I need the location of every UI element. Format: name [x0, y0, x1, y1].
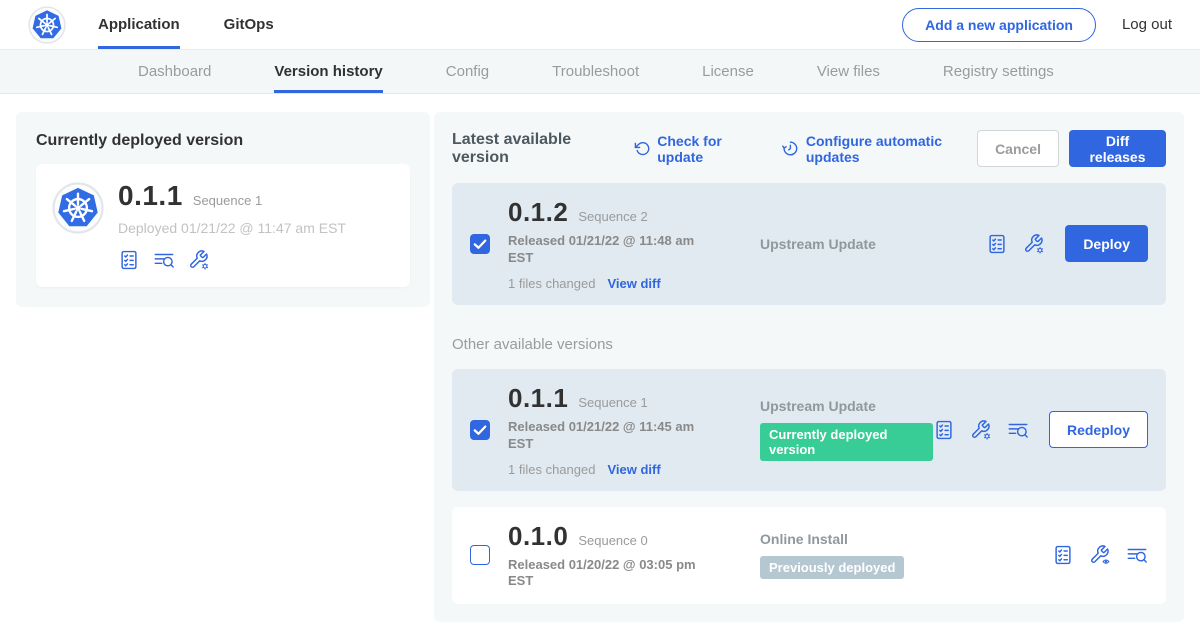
version-select-checkbox[interactable] — [470, 234, 490, 254]
currently-deployed-title: Currently deployed version — [36, 132, 410, 150]
preflight-checks-icon[interactable] — [933, 419, 955, 441]
app-logo — [28, 0, 66, 49]
currently-deployed-panel: Currently deployed version 0.1.1 Sequenc… — [16, 112, 430, 307]
check-update-icon — [634, 139, 651, 158]
tab-version-history[interactable]: Version history — [274, 50, 382, 93]
check-for-update-link[interactable]: Check for update — [634, 133, 759, 165]
version-actions — [1052, 544, 1148, 566]
kubernetes-logo-icon — [28, 6, 66, 44]
configure-automatic-updates-label: Configure automatic updates — [806, 133, 977, 165]
tab-license[interactable]: License — [702, 50, 754, 93]
view-diff-link[interactable]: View diff — [607, 276, 660, 291]
top-nav: ApplicationGitOps Add a new application … — [0, 0, 1200, 50]
version-source-label: Upstream Update — [760, 398, 933, 414]
auto-update-icon — [782, 139, 799, 158]
version-released-timestamp: Released 01/21/22 @ 11:48 am EST — [508, 233, 696, 267]
top-tab-gitops[interactable]: GitOps — [224, 0, 274, 49]
main-content: Currently deployed version 0.1.1 Sequenc… — [0, 94, 1200, 622]
check-for-update-label: Check for update — [657, 133, 758, 165]
diff-releases-button[interactable]: Diff releases — [1069, 130, 1166, 167]
version-source-label: Online Install — [760, 531, 1052, 547]
redeploy-button[interactable]: Redeploy — [1049, 411, 1148, 448]
view-config-icon[interactable] — [1089, 544, 1111, 566]
files-changed-row: 1 files changed View diff — [508, 462, 704, 477]
version-select-checkbox[interactable] — [470, 545, 490, 565]
version-status-badge: Currently deployed version — [760, 423, 933, 461]
version-card: 0.1.1 Sequence 1 Released 01/21/22 @ 11:… — [452, 369, 1166, 491]
version-number: 0.1.2 — [508, 197, 568, 228]
deploy-logs-icon[interactable] — [1126, 544, 1148, 566]
other-versions-label: Other available versions — [452, 336, 1166, 353]
cancel-button[interactable]: Cancel — [977, 130, 1059, 167]
current-version-number: 0.1.1 — [118, 180, 183, 212]
version-number: 0.1.1 — [508, 383, 568, 414]
tab-troubleshoot[interactable]: Troubleshoot — [552, 50, 639, 93]
preflight-checks-icon[interactable] — [1052, 544, 1074, 566]
version-released-timestamp: Released 01/20/22 @ 03:05 pm EST — [508, 557, 696, 591]
version-actions: Deploy — [986, 225, 1148, 262]
app-sub-nav: Dashboard Version history Config Troublesho… — [0, 50, 1200, 94]
version-card: 0.1.2 Sequence 2 Released 01/21/22 @ 11:… — [452, 183, 1166, 305]
tab-config[interactable]: Config — [446, 50, 489, 93]
view-diff-link[interactable]: View diff — [607, 462, 660, 477]
deploy-button[interactable]: Deploy — [1065, 225, 1148, 262]
edit-config-icon[interactable] — [1023, 233, 1045, 255]
version-sequence: Sequence 1 — [578, 395, 647, 410]
edit-config-icon[interactable] — [970, 419, 992, 441]
version-number: 0.1.0 — [508, 521, 568, 552]
add-application-button[interactable]: Add a new application — [902, 8, 1096, 42]
version-status-badge: Previously deployed — [760, 556, 904, 579]
version-history-panel: Latest available version Check for updat… — [434, 112, 1184, 622]
current-version-actions — [118, 249, 346, 271]
version-sequence: Sequence 0 — [578, 533, 647, 548]
currently-deployed-card: 0.1.1 Sequence 1 Deployed 01/21/22 @ 11:… — [36, 164, 410, 287]
version-actions: Redeploy — [933, 411, 1148, 448]
configure-automatic-updates-link[interactable]: Configure automatic updates — [782, 133, 977, 165]
edit-config-icon[interactable] — [188, 249, 210, 271]
version-released-timestamp: Released 01/21/22 @ 11:45 am EST — [508, 419, 696, 453]
version-source-label: Upstream Update — [760, 236, 986, 252]
current-version-sequence: Sequence 1 — [193, 193, 262, 208]
version-select-checkbox[interactable] — [470, 420, 490, 440]
version-sequence: Sequence 2 — [578, 209, 647, 224]
top-tab-application[interactable]: Application — [98, 0, 180, 49]
files-changed-row: 1 files changed View diff — [508, 276, 704, 291]
current-deployed-timestamp: Deployed 01/21/22 @ 11:47 am EST — [118, 220, 346, 236]
preflight-checks-icon[interactable] — [986, 233, 1008, 255]
kubernetes-logo-icon — [52, 182, 104, 234]
preflight-checks-icon[interactable] — [118, 249, 140, 271]
version-card: 0.1.0 Sequence 0 Released 01/20/22 @ 03:… — [452, 507, 1166, 605]
logout-button[interactable]: Log out — [1122, 16, 1172, 33]
deploy-logs-icon[interactable] — [1007, 419, 1029, 441]
tab-dashboard[interactable]: Dashboard — [138, 50, 211, 93]
latest-version-title: Latest available version — [452, 131, 614, 167]
tab-view-files[interactable]: View files — [817, 50, 880, 93]
deploy-logs-icon[interactable] — [153, 249, 175, 271]
files-changed-label: 1 files changed — [508, 462, 595, 477]
tab-registry-settings[interactable]: Registry settings — [943, 50, 1054, 93]
top-tabs: Application GitOps — [98, 0, 274, 49]
files-changed-label: 1 files changed — [508, 276, 595, 291]
